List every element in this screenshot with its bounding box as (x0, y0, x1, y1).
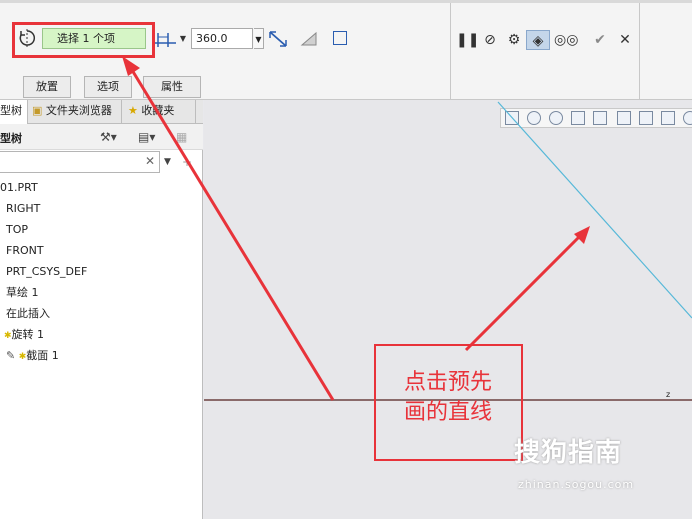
detached-preview-icon[interactable]: ◈ (526, 30, 550, 50)
no-preview-icon[interactable]: ⊘ (482, 30, 498, 50)
view-toolbar (500, 108, 692, 128)
repaint-icon[interactable] (571, 111, 585, 125)
angle-type-dropdown-arrow[interactable]: ▼ (178, 28, 188, 49)
csys-axis-marker: z (666, 390, 671, 399)
tree-item-front-plane[interactable]: FRONT (6, 241, 44, 261)
refit-icon[interactable] (505, 111, 519, 125)
settings-tools-icon[interactable]: ⚒▾ (100, 128, 117, 146)
toolbar-separator-right (639, 3, 640, 99)
navigator-tabs: 型树 ▣ 文件夹浏览器 ★ 收藏夹 (0, 100, 203, 124)
verify-mode-icon[interactable]: ◎◎ (554, 30, 578, 50)
highlight-box-selection (12, 22, 155, 58)
thicken-sketch-icon[interactable] (333, 31, 347, 45)
tab-folder-browser[interactable]: ▣ 文件夹浏览器 (28, 100, 122, 124)
annotation-box: 点击预先 画的直线 (374, 344, 523, 461)
angle-value-field[interactable]: 360.0 (191, 28, 253, 49)
confirm-checkmark-icon[interactable]: ✔ (590, 30, 610, 50)
tree-item-top-plane[interactable]: TOP (6, 220, 28, 240)
tree-search-input[interactable]: ✕ (0, 151, 160, 173)
tab-favorites[interactable]: ★ 收藏夹 (124, 100, 196, 124)
tab-model-tree[interactable]: 型树 (0, 100, 28, 124)
annotation-line-2: 画的直线 (404, 400, 493, 425)
annotation-line-1: 点击预先 (404, 370, 493, 395)
remove-material-icon[interactable] (300, 31, 318, 47)
tree-header-title: 型树 (0, 132, 22, 145)
search-options-icon[interactable]: + (182, 153, 192, 171)
toolbar-top-border (0, 0, 692, 3)
columns-icon[interactable]: ▦ (176, 128, 187, 146)
tree-item-right-plane[interactable]: RIGHT (6, 199, 40, 219)
new-feature-icon: ✱ (4, 331, 12, 341)
model-tree-panel: 型树 ▣ 文件夹浏览器 ★ 收藏夹 型树 ⚒▾ ▤▾ ▦ ✕ ▼ + 01.PR… (0, 100, 203, 519)
watermark-url: zhinan.sogou.com (518, 478, 635, 491)
watermark-logo: 搜狗指南 (514, 432, 622, 469)
display-style-icon[interactable] (593, 111, 607, 125)
tab-folder-browser-label: 文件夹浏览器 (45, 104, 112, 117)
annotation-text: 点击预先 画的直线 (404, 368, 492, 428)
tree-item-sketch[interactable]: 草绘 1 (6, 283, 39, 303)
attached-preview-icon[interactable]: ⚙ (504, 30, 524, 50)
saved-orientations-icon[interactable] (617, 111, 631, 125)
tree-item-csys[interactable]: PRT_CSYS_DEF (6, 262, 87, 282)
watermark-brand: 搜狗指南 (514, 438, 623, 468)
view-manager-icon[interactable] (639, 111, 653, 125)
cancel-x-icon[interactable]: ✕ (616, 30, 634, 50)
tree-item-part[interactable]: 01.PRT (0, 178, 38, 198)
datum-display-icon[interactable] (683, 111, 692, 125)
flip-direction-icon[interactable] (267, 29, 289, 49)
zoom-in-icon[interactable] (527, 111, 541, 125)
tree-item-insert-here[interactable]: 在此插入 (6, 304, 50, 324)
tree-item-revolve-label: 旋转 1 (11, 328, 45, 341)
tab-properties[interactable]: 属性 (143, 76, 201, 98)
angle-value-dropdown[interactable]: ▼ (254, 28, 264, 49)
tab-favorites-label: 收藏夹 (141, 104, 175, 117)
pause-icon[interactable]: ❚❚ (456, 30, 479, 50)
sketch-edit-icon: ✎ (6, 349, 16, 362)
tab-placement[interactable]: 放置 (23, 76, 71, 98)
star-icon: ★ (128, 104, 138, 117)
perspective-view-icon[interactable] (661, 111, 675, 125)
tab-options[interactable]: 选项 (84, 76, 132, 98)
tree-item-section-label: 截面 1 (26, 349, 59, 362)
zoom-out-icon[interactable] (549, 111, 563, 125)
tree-item-revolve[interactable]: ✱旋转 1 (4, 325, 44, 345)
search-dropdown-arrow[interactable]: ▼ (164, 153, 171, 171)
show-list-icon[interactable]: ▤▾ (138, 128, 155, 146)
folder-icon: ▣ (32, 104, 43, 117)
clear-search-icon[interactable]: ✕ (145, 154, 155, 168)
toolbar-separator (450, 3, 451, 99)
tree-item-section[interactable]: ✎ ✱截面 1 (6, 346, 59, 366)
